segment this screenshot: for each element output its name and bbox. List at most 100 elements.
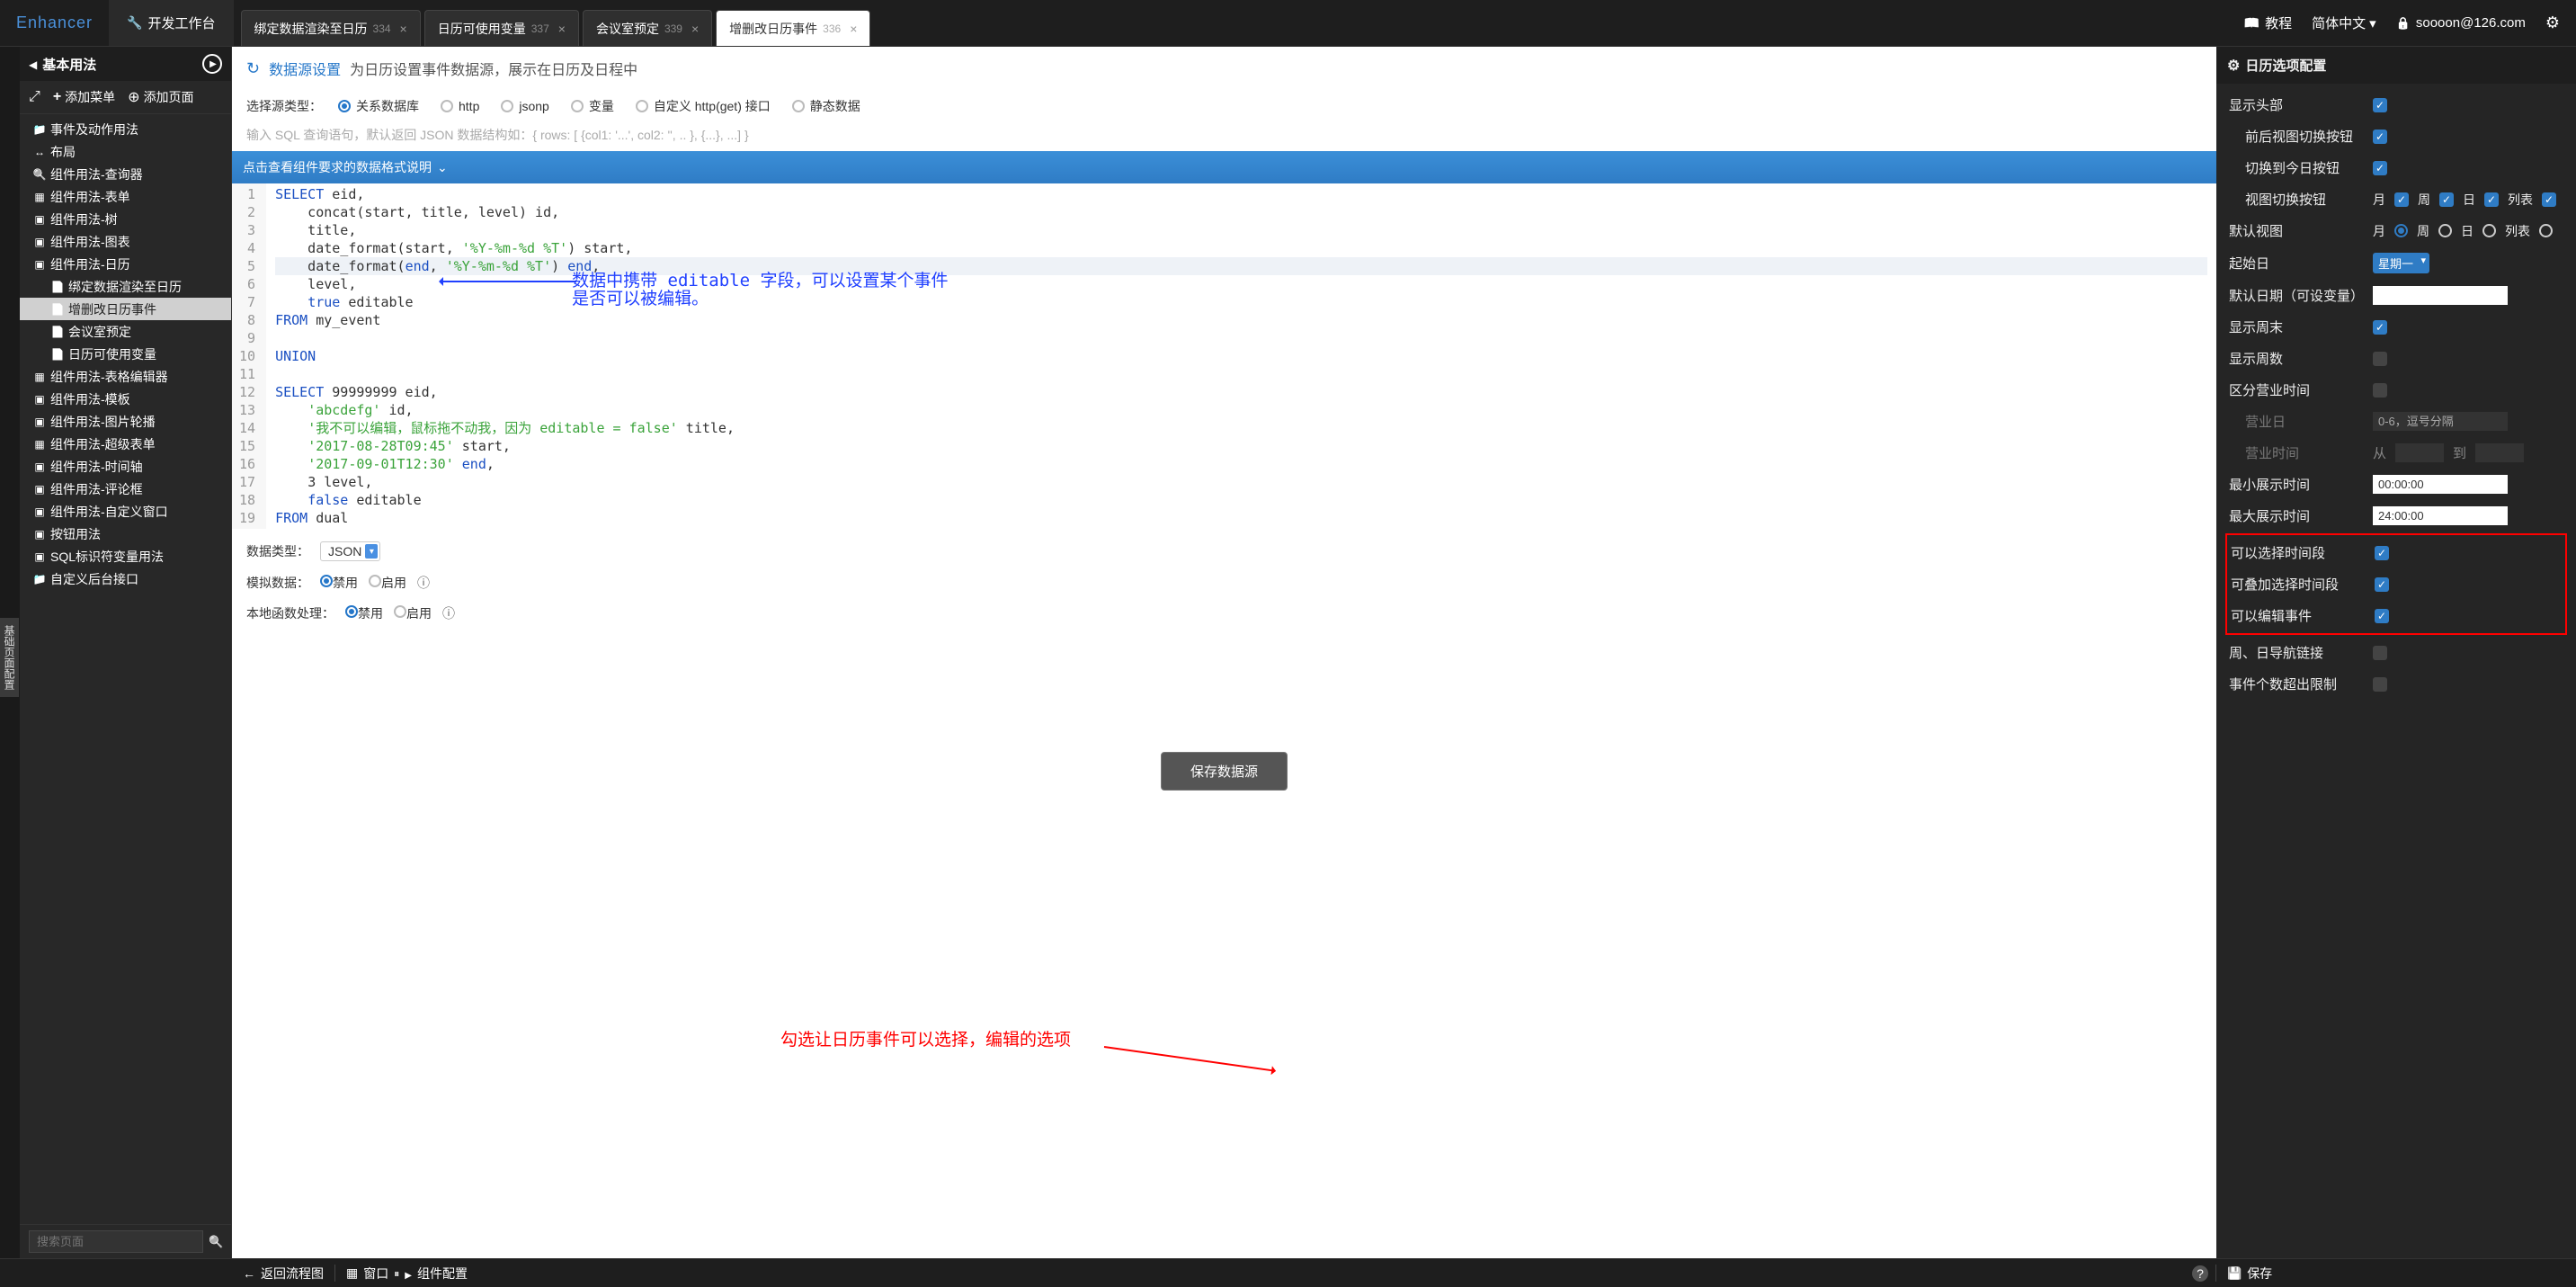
code-line[interactable]: title, [275, 221, 2207, 239]
chk-overlap[interactable] [2375, 577, 2389, 592]
close-icon[interactable]: × [850, 22, 857, 36]
source-radio-2[interactable]: jsonp [501, 97, 548, 115]
code-line[interactable]: 'abcdefg' id, [275, 401, 2207, 419]
localfn-disable-radio[interactable]: 禁用 [345, 604, 383, 622]
add-page-button[interactable]: 添加页面 [128, 88, 193, 106]
tree-item[interactable]: 事件及动作用法 [20, 118, 231, 140]
save-button[interactable]: 保存 [2216, 1259, 2576, 1287]
input-max-time[interactable] [2373, 506, 2508, 525]
tab-0[interactable]: 绑定数据渲染至日历 334× [241, 10, 421, 46]
code-line[interactable]: SELECT 99999999 eid, [275, 383, 2207, 401]
chk-biz-hours[interactable] [2373, 383, 2387, 398]
tree-item[interactable]: 组件用法-模板 [20, 388, 231, 410]
tree-item[interactable]: 组件用法-时间轴 [20, 455, 231, 478]
chk-show-header[interactable] [2373, 98, 2387, 112]
tree-item[interactable]: 组件用法-图片轮播 [20, 410, 231, 433]
code-line[interactable]: UNION [275, 347, 2207, 365]
code-line[interactable]: 3 level, [275, 473, 2207, 491]
help-icon[interactable]: ? [2192, 1265, 2208, 1282]
source-radio-5[interactable]: 静态数据 [792, 97, 860, 115]
format-description-bar[interactable]: 点击查看组件要求的数据格式说明 [232, 151, 2216, 183]
input-biz-from[interactable] [2395, 443, 2444, 462]
refresh-icon[interactable] [246, 59, 260, 78]
chk-view-month[interactable] [2394, 192, 2409, 207]
tree-item[interactable]: 日历可使用变量 [20, 343, 231, 365]
rdio-dv-month[interactable] [2394, 224, 2408, 237]
chk-selectable[interactable] [2375, 546, 2389, 560]
tree-item[interactable]: 组件用法-树 [20, 208, 231, 230]
code-line[interactable]: date_format(start, '%Y-%m-%d %T') start, [275, 239, 2207, 257]
code-line[interactable]: date_format(end, '%Y-%m-%d %T') end, [275, 257, 2207, 275]
chk-weekend[interactable] [2373, 320, 2387, 335]
chk-view-week[interactable] [2439, 192, 2454, 207]
code-body[interactable]: 数据中携带 editable 字段，可以设置某个事件 是否可以被编辑。 SELE… [266, 183, 2216, 529]
source-radio-3[interactable]: 变量 [571, 97, 614, 115]
code-line[interactable]: FROM dual [275, 509, 2207, 527]
gutter-tab-0[interactable]: 基础页面配置 [0, 618, 19, 697]
rdio-dv-week[interactable] [2438, 224, 2452, 237]
user-account[interactable]: soooon@126.com [2396, 15, 2526, 31]
info-icon[interactable] [442, 604, 455, 622]
tree-item[interactable]: SQL标识符变量用法 [20, 545, 231, 568]
tree-item[interactable]: 会议室预定 [20, 320, 231, 343]
save-datasource-button[interactable]: 保存数据源 [1161, 752, 1288, 791]
source-radio-0[interactable]: 关系数据库 [338, 97, 419, 115]
play-icon[interactable] [202, 54, 222, 74]
source-radio-1[interactable]: http [441, 97, 479, 115]
expand-icon[interactable] [29, 89, 40, 105]
mock-enable-radio[interactable]: 启用 [369, 574, 406, 592]
mock-disable-radio[interactable]: 禁用 [320, 574, 358, 592]
tree-item[interactable]: 组件用法-表格编辑器 [20, 365, 231, 388]
code-line[interactable]: concat(start, title, level) id, [275, 203, 2207, 221]
close-icon[interactable]: × [400, 22, 407, 36]
source-radio-4[interactable]: 自定义 http(get) 接口 [636, 97, 771, 115]
tab-2[interactable]: 会议室预定 339× [583, 10, 712, 46]
code-line[interactable] [275, 365, 2207, 383]
tree-item[interactable]: 自定义后台接口 [20, 568, 231, 590]
data-type-select[interactable]: JSON ▾ [320, 541, 380, 561]
code-line[interactable]: FROM my_event [275, 311, 2207, 329]
rdio-dv-list[interactable] [2539, 224, 2553, 237]
tree-item[interactable]: 组件用法-表单 [20, 185, 231, 208]
chk-prev-next[interactable] [2373, 130, 2387, 144]
search-input[interactable] [29, 1230, 203, 1253]
chk-event-limit[interactable] [2373, 677, 2387, 692]
info-icon[interactable] [417, 574, 430, 592]
code-line[interactable]: level, [275, 275, 2207, 293]
tree-item[interactable]: 组件用法-图表 [20, 230, 231, 253]
tree-item[interactable]: 组件用法-自定义窗口 [20, 500, 231, 523]
tree-item[interactable]: 布局 [20, 140, 231, 163]
close-icon[interactable]: × [558, 22, 566, 36]
code-line[interactable] [275, 329, 2207, 347]
localfn-enable-radio[interactable]: 启用 [394, 604, 432, 622]
input-biz-day[interactable] [2373, 412, 2508, 431]
workbench-button[interactable]: 开发工作台 [109, 0, 233, 46]
tree-item[interactable]: 绑定数据渲染至日历 [20, 275, 231, 298]
tree-item[interactable]: 组件用法-超级表单 [20, 433, 231, 455]
code-line[interactable]: '2017-08-28T09:45' start, [275, 437, 2207, 455]
input-default-date[interactable] [2373, 286, 2508, 305]
code-editor[interactable]: 12345678910111213141516171819 数据中携带 edit… [232, 183, 2216, 529]
add-menu-button[interactable]: 添加菜单 [53, 88, 115, 106]
tab-3[interactable]: 增删改日历事件 336× [716, 10, 870, 46]
tab-1[interactable]: 日历可使用变量 337× [424, 10, 579, 46]
sel-start-day[interactable]: 星期一 [2373, 253, 2429, 273]
chk-editable[interactable] [2375, 609, 2389, 623]
tree-item[interactable]: 组件用法-查询器 [20, 163, 231, 185]
chk-week-num[interactable] [2373, 352, 2387, 366]
back-to-flow-button[interactable]: 返回流程图 [232, 1259, 334, 1287]
tree-item[interactable]: 增删改日历事件 [20, 298, 231, 320]
gear-icon[interactable] [2545, 13, 2560, 32]
code-line[interactable]: SELECT eid, [275, 185, 2207, 203]
input-min-time[interactable] [2373, 475, 2508, 494]
search-icon[interactable] [209, 1235, 223, 1249]
input-biz-to[interactable] [2475, 443, 2524, 462]
chk-nav-links[interactable] [2373, 646, 2387, 660]
tree-item[interactable]: 组件用法-评论框 [20, 478, 231, 500]
close-icon[interactable]: × [691, 22, 699, 36]
code-line[interactable]: false editable [275, 491, 2207, 509]
code-line[interactable]: true editable [275, 293, 2207, 311]
chk-view-day[interactable] [2484, 192, 2499, 207]
tree-item[interactable]: 组件用法-日历 [20, 253, 231, 275]
datasource-settings-link[interactable]: 数据源设置 [269, 58, 341, 79]
